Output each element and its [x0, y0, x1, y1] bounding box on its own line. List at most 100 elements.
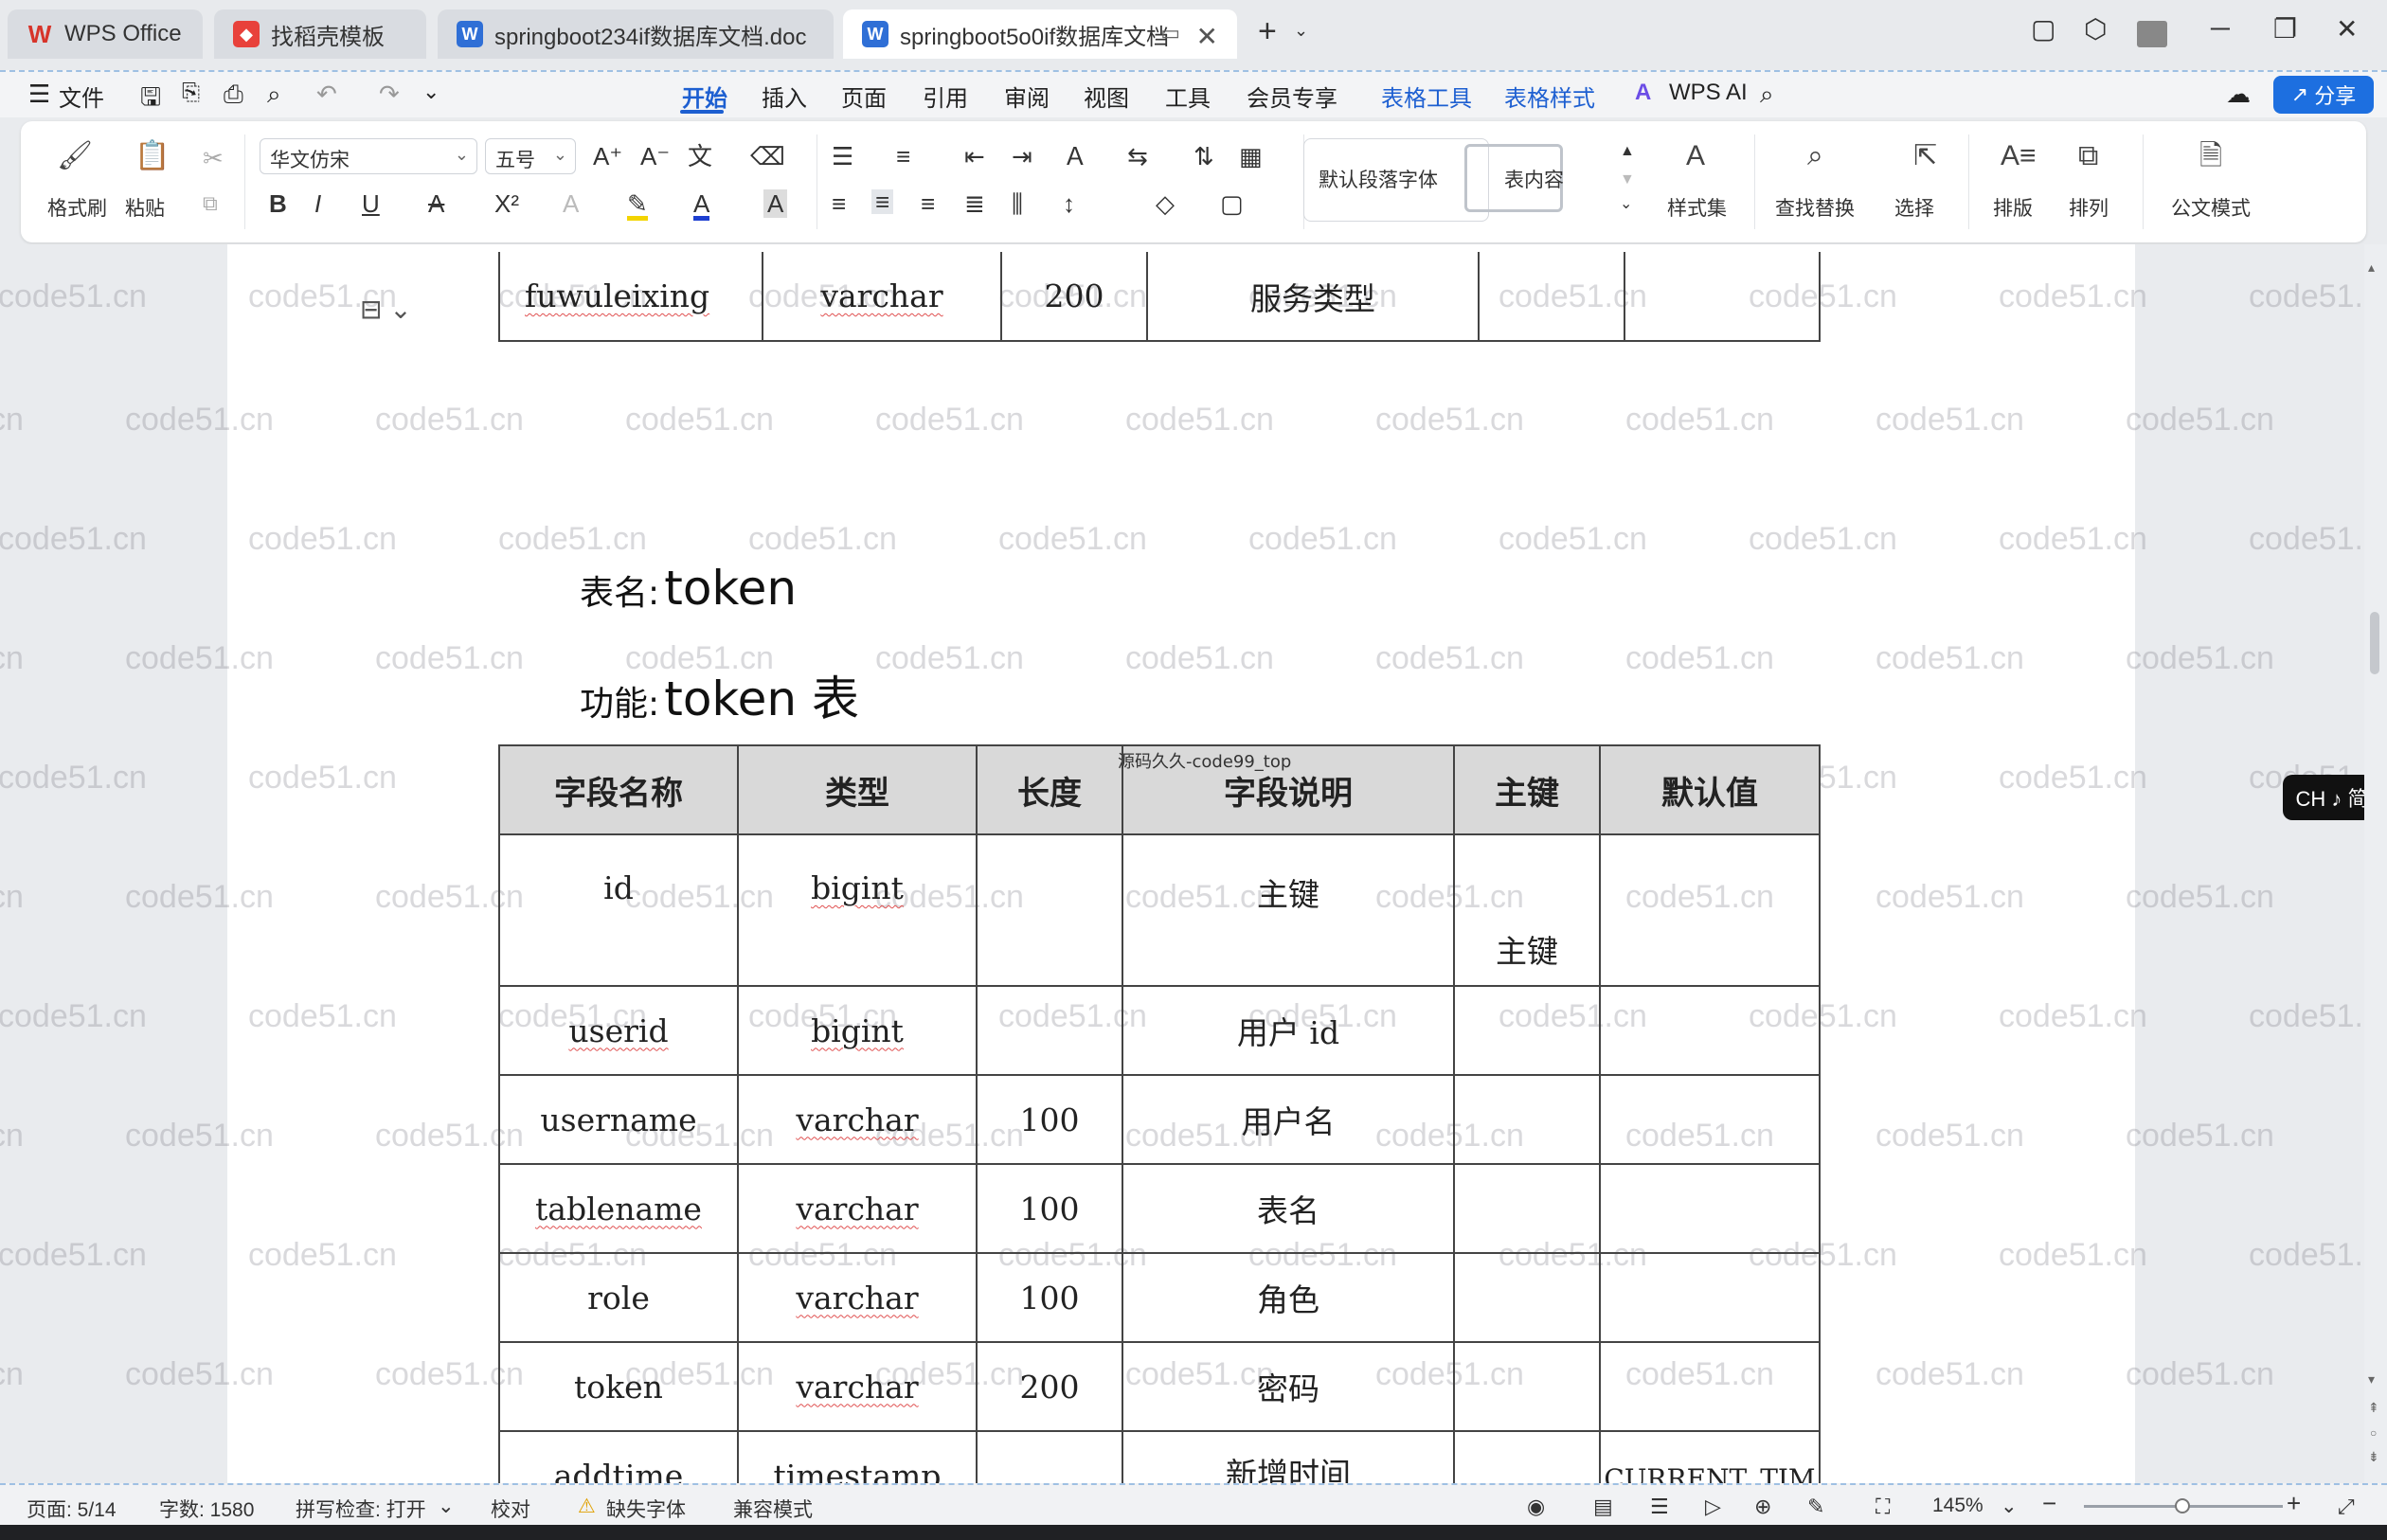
arrange-icon[interactable]: ⧉ — [2078, 142, 2098, 170]
table-cell[interactable]: timestamp — [737, 1430, 978, 1483]
font-color-icon[interactable]: A — [693, 191, 710, 221]
sort-icon[interactable]: ⇅ — [1194, 144, 1214, 169]
underline-icon[interactable]: U — [362, 191, 380, 216]
format-painter-button[interactable]: 格式刷 — [47, 193, 107, 222]
proofread-button[interactable]: 校对 — [491, 1495, 530, 1523]
paste-button[interactable]: 粘贴 — [125, 193, 165, 222]
border-icon[interactable]: ▢ — [1220, 191, 1244, 216]
char-shading-icon[interactable]: A — [763, 189, 788, 218]
phonetic-icon[interactable]: 文 — [688, 144, 712, 169]
strikethrough-icon[interactable]: A — [428, 191, 444, 216]
select-button[interactable]: 选择 — [1894, 193, 1934, 222]
zoom-chevron-icon[interactable]: ⌄ — [2001, 1495, 2018, 1518]
table-cell[interactable]: varchar — [737, 1252, 978, 1343]
menu-tab-view[interactable]: 视图 — [1084, 80, 1129, 113]
table-cell[interactable]: 表名 — [1122, 1163, 1455, 1254]
prev-page-icon[interactable]: ⇞ — [2368, 1400, 2379, 1416]
table-cell[interactable]: 主键 — [1122, 833, 1455, 987]
arrange-button[interactable]: 排列 — [2069, 193, 2109, 222]
missing-font-button[interactable]: 缺失字体 — [606, 1495, 686, 1523]
web-view-icon[interactable]: ⊕ — [1754, 1495, 1771, 1519]
table-cell[interactable]: 100 — [976, 1252, 1123, 1343]
font-name-select[interactable]: 华文仿宋 ⌄ — [260, 138, 477, 174]
ime-indicator[interactable]: CH ♪ 简 — [2283, 775, 2364, 820]
paste-icon[interactable]: 📋 — [135, 142, 170, 170]
table-cell[interactable]: 用户名 — [1122, 1074, 1455, 1165]
restore-icon[interactable]: ❐ — [2273, 13, 2297, 45]
table-cell[interactable] — [976, 985, 1123, 1076]
fit-page-icon[interactable]: ⛶ — [1876, 1495, 1890, 1519]
menu-wps-ai[interactable]: WPS AI — [1669, 80, 1748, 106]
search-icon[interactable]: ⌕ — [1760, 80, 1774, 110]
table-cell[interactable]: 200 — [1000, 252, 1148, 342]
table-cell[interactable]: bigint — [737, 985, 978, 1076]
table-cell[interactable] — [1478, 252, 1625, 342]
avatar[interactable] — [2137, 21, 2167, 47]
scroll-up-icon[interactable]: ▴ — [2368, 260, 2375, 276]
style-expand-icon[interactable]: ⌄ — [1620, 197, 1632, 212]
table-cell[interactable] — [1624, 252, 1821, 342]
style-scroll-up-icon[interactable]: ▲ — [1620, 144, 1635, 159]
official-mode-button[interactable]: 公文模式 — [2171, 193, 2251, 222]
distribute-icon[interactable]: ⫼ — [1012, 191, 1023, 216]
outline-view-icon[interactable]: ☰ — [1650, 1495, 1669, 1519]
table-cell[interactable]: CURRENT_TIM — [1599, 1430, 1821, 1483]
table-cell[interactable]: varchar — [737, 1074, 978, 1165]
convert-icon[interactable]: ⇆ — [1127, 144, 1148, 169]
cloud-upload-icon[interactable]: ☁ — [2226, 80, 2251, 109]
show-marks-icon[interactable]: ▦ — [1239, 144, 1263, 169]
menu-tab-page[interactable]: 页面 — [841, 80, 887, 113]
minimize-icon[interactable]: ─ — [2211, 13, 2230, 44]
table-handle-icon[interactable]: ⊟ ⌄ — [360, 294, 412, 325]
table-cell[interactable]: 密码 — [1122, 1341, 1455, 1432]
table-cell[interactable] — [976, 833, 1123, 987]
play-icon[interactable]: ▷ — [1705, 1495, 1721, 1519]
tab-list-chevron-icon[interactable]: ⌄ — [1294, 21, 1308, 41]
align-center-icon[interactable]: ≡ — [871, 189, 894, 214]
zoom-out-icon[interactable]: − — [2042, 1489, 2056, 1518]
table-cell[interactable] — [1453, 1163, 1601, 1254]
zoom-slider-thumb[interactable] — [2175, 1498, 2190, 1513]
browse-object-icon[interactable]: ○ — [2370, 1426, 2377, 1440]
menu-tab-tools[interactable]: 工具 — [1165, 80, 1211, 113]
table-cell[interactable] — [1453, 1252, 1601, 1343]
find-replace-button[interactable]: 查找替换 — [1775, 193, 1855, 222]
table-cell[interactable]: 角色 — [1122, 1252, 1455, 1343]
table-cell[interactable] — [1453, 985, 1601, 1076]
text-effect-icon[interactable]: A — [563, 191, 579, 216]
align-right-icon[interactable]: ≡ — [921, 191, 935, 216]
table-cell[interactable]: token — [498, 1341, 739, 1432]
table-cell[interactable]: bigint — [737, 833, 978, 987]
style-set-icon[interactable]: A — [1686, 142, 1705, 170]
table-cell[interactable] — [1453, 1074, 1601, 1165]
table-cell[interactable] — [1599, 833, 1821, 987]
table-cell[interactable]: 100 — [976, 1074, 1123, 1165]
table-cell[interactable] — [1599, 1163, 1821, 1254]
redo-icon[interactable]: ↷ — [379, 80, 400, 109]
save-icon[interactable]: 🖫 — [140, 80, 161, 121]
style-default-paragraph-font[interactable]: 默认段落字体 — [1319, 165, 1438, 193]
bullet-list-icon[interactable]: ☰ — [832, 144, 853, 169]
table-cell[interactable]: varchar — [737, 1163, 978, 1254]
print-icon[interactable]: ⎙ — [224, 80, 243, 110]
cut-icon[interactable]: ✂ — [203, 146, 224, 170]
line-spacing-icon[interactable]: ↕ — [1063, 191, 1075, 216]
official-doc-icon[interactable]: 🗎 — [2199, 142, 2222, 170]
layout-icon[interactable]: A≡ — [2001, 142, 2037, 170]
close-window-icon[interactable]: ✕ — [2336, 13, 2358, 45]
highlight-icon[interactable]: ✎ — [627, 191, 648, 221]
vertical-scrollbar[interactable]: ▴ ▾ ⇞ ○ ⇟ — [2364, 244, 2387, 1483]
page-view-icon[interactable]: ▤ — [1593, 1495, 1613, 1519]
word-count[interactable]: 字数: 1580 — [159, 1495, 254, 1523]
close-tab-icon[interactable]: ✕ — [1196, 21, 1218, 52]
table-cell[interactable] — [1453, 1430, 1601, 1483]
scroll-down-icon[interactable]: ▾ — [2368, 1371, 2375, 1388]
scrollbar-thumb[interactable] — [2370, 612, 2379, 674]
table-cell[interactable]: varchar — [762, 252, 1002, 342]
spell-check-toggle[interactable]: 拼写检查: 打开 — [296, 1495, 426, 1523]
superscript-icon[interactable]: X² — [494, 191, 519, 216]
menu-tab-table-tools[interactable]: 表格工具 — [1381, 80, 1472, 113]
eye-protect-icon[interactable]: ◉ — [1527, 1495, 1545, 1519]
menu-tab-member[interactable]: 会员专享 — [1247, 80, 1337, 113]
hamburger-icon[interactable]: ☰ — [28, 80, 50, 109]
